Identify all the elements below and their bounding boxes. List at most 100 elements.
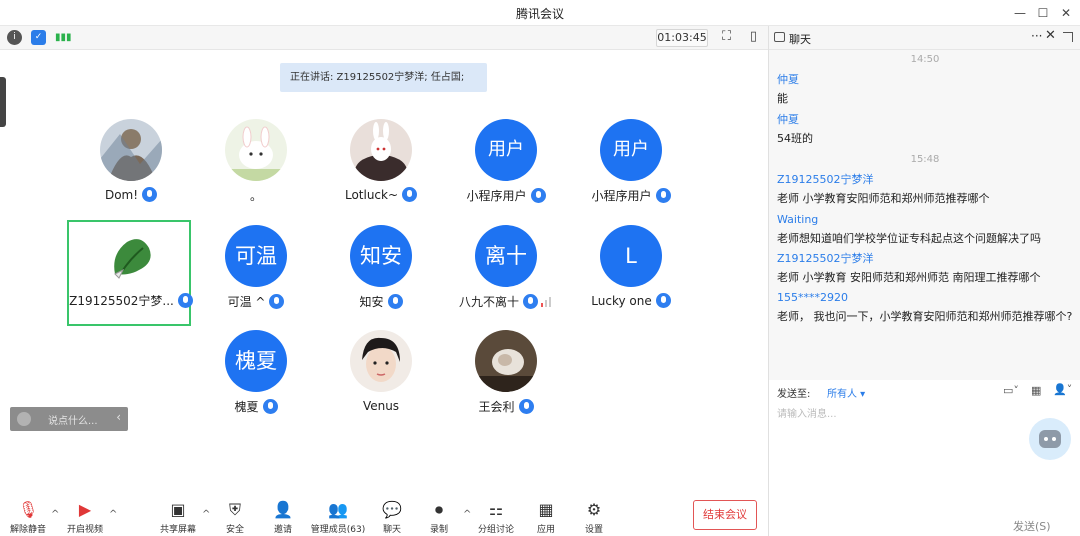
mic-muted-icon: 🎙 — [18, 500, 39, 519]
participant-tile[interactable]: 槐夏 槐夏 — [192, 330, 316, 436]
avatar: L — [600, 225, 662, 287]
list-item: 仲夏 54班的 — [777, 113, 813, 145]
participant-name: 可温 ^ — [192, 293, 320, 311]
avatar — [109, 234, 155, 280]
mic-icon — [518, 399, 534, 414]
breakout-button[interactable]: ⚏ 分组讨论 — [468, 500, 524, 535]
signal-icon[interactable]: ▮▮▮ — [55, 30, 72, 45]
timestamp: 14:50 — [910, 54, 940, 65]
send-to-select[interactable]: 所有人 ▾ — [827, 385, 865, 400]
participant-name: 小程序用户 — [567, 187, 695, 205]
unmute-button[interactable]: 🎙 解除静音 — [0, 500, 56, 535]
invite-button[interactable]: 👤 邀请 — [255, 500, 311, 535]
mic-icon — [655, 293, 671, 308]
participant-tile[interactable]: 。 — [192, 119, 316, 225]
list-item: Z19125502宁梦洋 老师 小学教育安阳师范和郑州师范推荐哪个 — [777, 173, 990, 205]
record-button[interactable]: ⏺ 录制 — [411, 500, 467, 535]
participant-name: Lucky one — [567, 293, 695, 311]
list-item: 155****2920 老师， 我也问一下，小学教育安阳师范和郑州师范推荐哪个? — [777, 291, 1073, 323]
weak-signal-icon — [541, 296, 553, 307]
chat-panel: 聊天 ··· ✕ 14:50 仲夏能 仲夏 54班的 15:48 Z1912550… — [768, 26, 1080, 536]
mic-icon — [530, 188, 546, 203]
participant-tile[interactable]: 用户 小程序用户 — [442, 119, 566, 225]
maximize-icon[interactable]: ☐ — [1033, 3, 1053, 23]
list-item: 仲夏能 — [777, 73, 799, 105]
avatar — [475, 330, 537, 392]
participant-tile[interactable]: 可温 可温 ^ — [192, 225, 316, 331]
settings-button[interactable]: ⚙ 设置 — [566, 500, 622, 535]
avatar: 知安 — [350, 225, 412, 287]
participant-name: Lotluck~ — [317, 187, 445, 205]
chat-header: 聊天 ··· ✕ — [769, 26, 1080, 50]
mic-icon — [402, 187, 418, 202]
participant-tile[interactable]: 王会利 — [442, 330, 566, 436]
share-screen-icon: ▣ — [170, 500, 186, 519]
folder-icon[interactable]: ▭˅ — [1003, 384, 1019, 397]
mic-icon — [387, 294, 403, 309]
emoji-icon[interactable] — [17, 412, 31, 426]
start-video-button[interactable]: ▶ 开启视频 — [57, 500, 113, 535]
participant-tile[interactable]: Dom! — [67, 119, 191, 225]
participant-name: 知安 — [317, 293, 445, 311]
more-icon[interactable]: ··· — [1031, 29, 1042, 43]
share-screen-button[interactable]: ▣ 共享屏幕 — [150, 500, 206, 535]
participant-name: Z19125502宁梦... — [67, 292, 195, 310]
list-item: Z19125502宁梦洋 老师 小学教育 安阳师范和郑州师范 南阳理工推荐哪个 — [777, 252, 1041, 284]
participant-tile[interactable]: 知安 知安 — [317, 225, 441, 331]
participant-name: 王会利 — [442, 398, 570, 416]
participant-name: 八九不离十 — [442, 293, 570, 311]
message-list: 14:50 仲夏能 仲夏 54班的 15:48 Z19125502宁梦洋 老师 小学… — [769, 50, 1080, 380]
mic-icon — [269, 294, 285, 309]
gear-icon: ⚙ — [586, 500, 602, 519]
participant-name: Venus — [362, 398, 400, 413]
side-panel-handle[interactable] — [0, 77, 6, 127]
avatar: 离十 — [475, 225, 537, 287]
avatar: 可温 — [225, 225, 287, 287]
mic-icon — [142, 187, 158, 202]
participant-tile[interactable]: Venus — [317, 330, 441, 436]
participant-tile[interactable]: Lotluck~ — [317, 119, 441, 225]
fullscreen-icon[interactable]: ⛶ — [719, 29, 734, 44]
participant-name: 槐夏 — [192, 398, 320, 416]
shield-icon[interactable]: ✓ — [31, 30, 46, 45]
manage-members-button[interactable]: 👥 管理成员(63) — [309, 500, 367, 535]
video-off-icon: ▶ — [78, 500, 92, 519]
app-window: 腾讯会议 — ☐ ✕ i ✓ ▮▮▮ 01:03:45 ⛶ ▯ 正在讲话: Z1… — [0, 0, 1080, 536]
layout-icon[interactable]: ▯ — [746, 29, 761, 44]
mic-icon — [177, 293, 193, 308]
send-to-label: 发送至: — [777, 389, 811, 400]
avatar: 槐夏 — [225, 330, 287, 392]
user-options-icon[interactable]: 👤˅ — [1053, 383, 1072, 396]
breakout-icon: ⚏ — [488, 500, 504, 519]
chat-icon: 💬 — [382, 500, 402, 519]
participant-tile[interactable]: 用户 小程序用户 — [567, 119, 691, 225]
close-chat-icon[interactable]: ✕ — [1045, 28, 1056, 43]
send-button[interactable]: 发送(S) — [1013, 518, 1051, 534]
collapse-icon[interactable]: ‹ — [116, 410, 121, 424]
participant-name: 小程序用户 — [442, 187, 570, 205]
participant-tile[interactable]: 离十 八九不离十 — [442, 225, 566, 331]
mic-icon — [655, 188, 671, 203]
popout-icon[interactable] — [1063, 32, 1073, 42]
chat-title: 聊天 — [789, 33, 811, 46]
quick-chat-box[interactable]: 说点什么... ‹ — [10, 407, 128, 431]
participant-tile-active[interactable]: Z19125502宁梦... — [67, 220, 193, 326]
end-meeting-button[interactable]: 结束会议 — [693, 500, 757, 530]
video-options-chevron[interactable]: ^ — [109, 509, 117, 520]
avatar — [350, 119, 412, 181]
quick-chat-placeholder: 说点什么... — [48, 416, 98, 427]
message-input-placeholder: 请输入消息... — [777, 409, 837, 420]
meeting-top-toolbar: i ✓ ▮▮▮ 01:03:45 ⛶ ▯ — [0, 26, 768, 50]
record-icon: ⏺ — [434, 500, 443, 519]
participant-tile[interactable]: L Lucky one — [567, 225, 691, 331]
apps-icon: ▦ — [538, 500, 554, 519]
close-window-icon[interactable]: ✕ — [1056, 3, 1076, 23]
send-to-row: 发送至: 所有人 ▾ ▭˅ ▦ 👤˅ — [769, 380, 1080, 402]
assistant-bot-icon[interactable] — [1029, 418, 1071, 460]
info-icon[interactable]: i — [7, 30, 22, 45]
calendar-icon[interactable]: ▦ — [1031, 384, 1041, 397]
avatar: 用户 — [475, 119, 537, 181]
minimize-icon[interactable]: — — [1010, 3, 1030, 23]
participant-name: Dom! — [67, 187, 195, 205]
participant-name: 。 — [249, 189, 262, 203]
